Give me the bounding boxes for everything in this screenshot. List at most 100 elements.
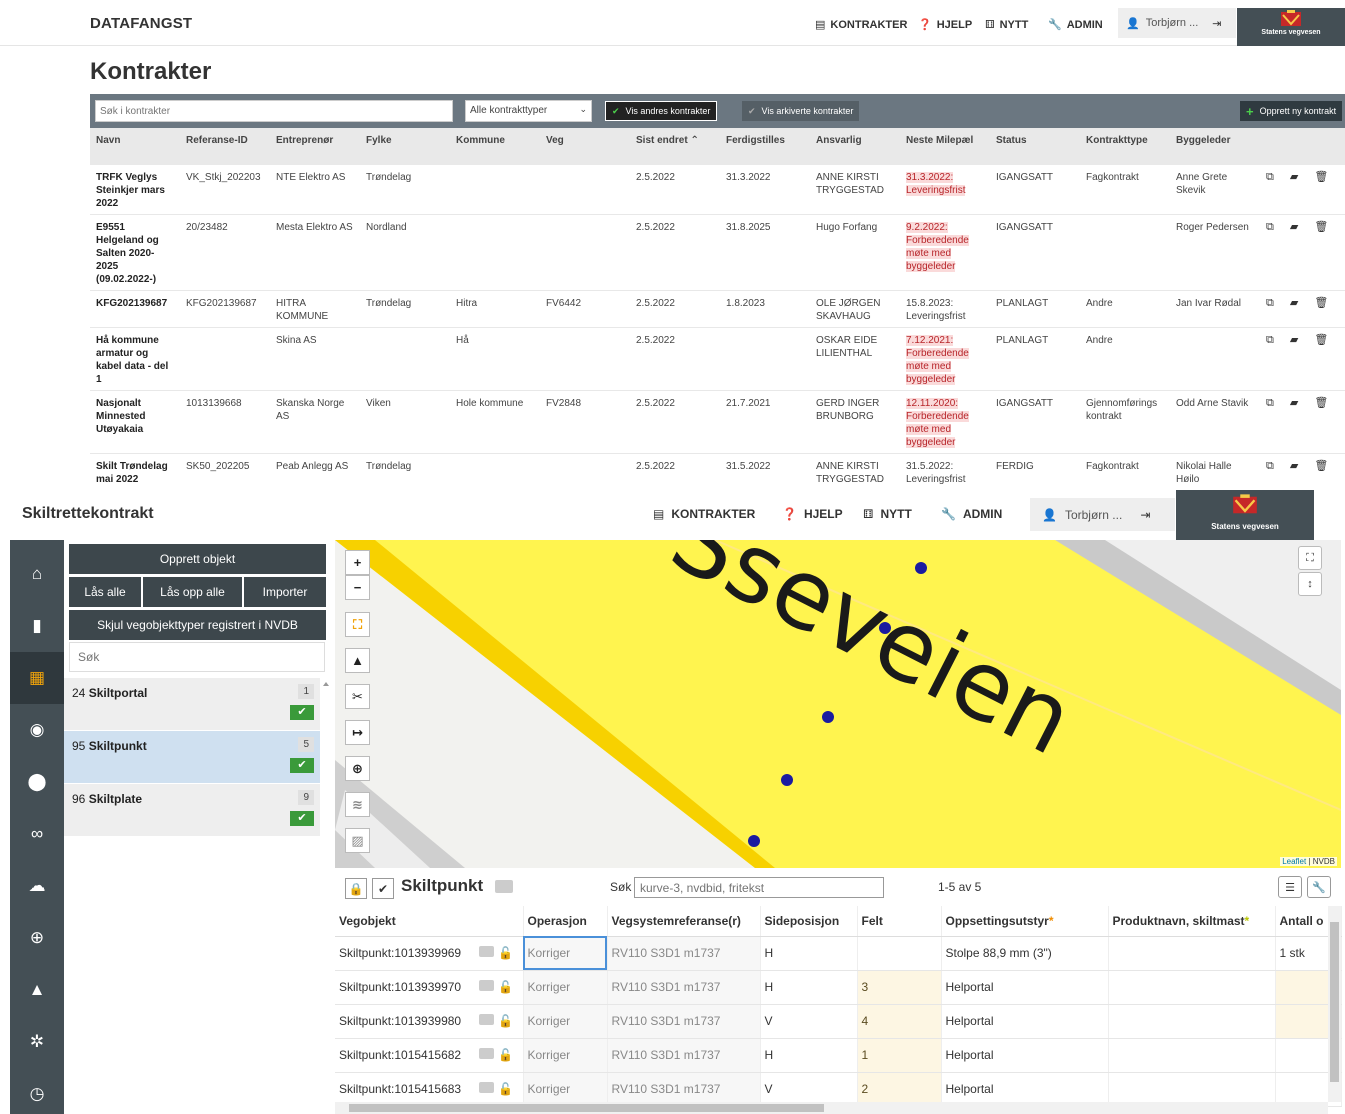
contract-row[interactable]: KFG202139687 KFG202139687 HITRA KOMMUNE Trø…: [90, 290, 1345, 328]
cell-sideposisjon[interactable]: V: [760, 1072, 858, 1107]
map-marker[interactable]: [748, 835, 760, 847]
object-type-item-selected[interactable]: 95 Skiltpunkt 5 ✔: [64, 731, 320, 783]
contract-cell-navn[interactable]: TRFK Veglys Steinkjer mars 2022: [90, 165, 180, 215]
folder-open-icon[interactable]: ▰: [1290, 171, 1298, 184]
contract-cell-navn[interactable]: Nasjonalt Minnested Utøyakaia: [90, 390, 180, 454]
unlock-all-button[interactable]: Lås opp alle: [143, 577, 242, 607]
grid-search-input[interactable]: [634, 877, 884, 898]
copy-icon[interactable]: ⧉: [1266, 397, 1274, 410]
cell-produktnavn[interactable]: [1108, 1038, 1276, 1073]
map-marker[interactable]: [879, 622, 891, 634]
fullscreen-icon[interactable]: ⛶: [1298, 546, 1322, 570]
import-button[interactable]: Importer: [244, 577, 326, 607]
cell-vegobjekt[interactable]: Skiltpunkt:1013939970 🔓: [335, 970, 524, 1005]
cell-sideposisjon[interactable]: H: [760, 970, 858, 1005]
col-header[interactable]: Ferdigstilles: [720, 128, 810, 165]
road-icon[interactable]: ▲: [345, 648, 370, 673]
col-header[interactable]: Kommune: [450, 128, 540, 165]
unlock-icon[interactable]: 🔓: [498, 946, 513, 960]
cell-oppsettingsutstyr[interactable]: Helportal: [941, 1072, 1109, 1107]
col-header[interactable]: Referanse-ID: [180, 128, 270, 165]
col-header[interactable]: Neste Milepæl: [900, 128, 990, 165]
comment-icon[interactable]: [479, 1048, 495, 1060]
cell-produktnavn[interactable]: [1108, 1072, 1276, 1107]
download-icon[interactable]: ⊕: [10, 912, 64, 964]
copy-icon[interactable]: ⧉: [1266, 221, 1274, 234]
map-view[interactable]: Sseveien + − ⛶ ▲ ✂ ↦ ⊕ ≋ ▨ ⛶ ↕ Leaflet |…: [335, 540, 1341, 868]
cloud-icon[interactable]: ☁: [10, 860, 64, 912]
cell-produktnavn[interactable]: [1108, 1004, 1276, 1039]
col-header[interactable]: Entreprenør: [270, 128, 360, 165]
contract-row[interactable]: Hå kommune armatur og kabel data - del 1…: [90, 327, 1345, 391]
grid-horizontal-scrollbar[interactable]: [335, 1102, 1328, 1114]
cell-felt[interactable]: [857, 936, 942, 971]
folder-open-icon[interactable]: ▰: [1290, 334, 1298, 347]
contract-cell-navn[interactable]: Skilt Trøndelag mai 2022: [90, 453, 180, 490]
col-header[interactable]: Operasjon: [523, 906, 608, 937]
scroll-up-arrow-icon[interactable]: [322, 680, 330, 835]
cell-operasjon[interactable]: Korriger: [523, 1072, 608, 1107]
col-header[interactable]: Sideposisjon: [760, 906, 858, 937]
col-header[interactable]: Vegobjekt: [335, 906, 524, 937]
object-type-item[interactable]: 96 Skiltplate 9 ✔: [64, 784, 320, 836]
folder-open-icon[interactable]: ▰: [1290, 460, 1298, 473]
comment-icon[interactable]: [479, 1014, 495, 1026]
copy-icon[interactable]: ⧉: [1266, 171, 1274, 184]
map-marker-icon[interactable]: ⬤: [10, 756, 64, 808]
check-icon[interactable]: ✔: [372, 878, 394, 899]
map-marker[interactable]: [822, 711, 834, 723]
col-header[interactable]: Felt: [857, 906, 942, 937]
list-view-icon[interactable]: ☰: [1278, 876, 1302, 898]
cell-oppsettingsutstyr[interactable]: Helportal: [941, 970, 1109, 1005]
trash-icon[interactable]: 🗑: [1314, 460, 1328, 473]
nav-kontrakter[interactable]: ▤ KONTRAKTER: [815, 18, 907, 32]
nav-admin[interactable]: 🔧 ADMIN: [941, 507, 1002, 521]
skiltpunkt-row[interactable]: Skiltpunkt:1013939969 🔓 Korriger RV110 S3D1…: [335, 936, 1342, 971]
col-header[interactable]: Produktnavn, skiltmast*: [1108, 906, 1276, 937]
col-header[interactable]: Oppsettingsutstyr*: [941, 906, 1109, 937]
basemap-icon[interactable]: ▨: [345, 828, 370, 853]
cell-operasjon[interactable]: Korriger: [523, 1038, 608, 1073]
scroll-thumb[interactable]: [349, 1104, 824, 1112]
cell-produktnavn[interactable]: [1108, 936, 1276, 971]
leaflet-link[interactable]: Leaflet: [1282, 857, 1306, 866]
cell-sideposisjon[interactable]: V: [760, 1004, 858, 1039]
contract-search-input[interactable]: [95, 100, 453, 122]
copy-icon[interactable]: ⧉: [1266, 460, 1274, 473]
layers-icon[interactable]: ≋: [345, 792, 370, 817]
contract-row[interactable]: Skilt Trøndelag mai 2022 SK50_202205 Peab …: [90, 453, 1345, 490]
skiltpunkt-row[interactable]: Skiltpunkt:1015415682 🔓 Korriger RV110 S3D1…: [335, 1038, 1342, 1073]
cell-felt[interactable]: 4: [857, 1004, 942, 1039]
scroll-thumb[interactable]: [1330, 922, 1339, 1082]
col-header[interactable]: Ansvarlig: [810, 128, 900, 165]
contract-row[interactable]: E9551 Helgeland og Salten 2020-2025 (09.…: [90, 214, 1345, 291]
cell-vegobjekt[interactable]: Skiltpunkt:1013939980 🔓: [335, 1004, 524, 1039]
col-header[interactable]: Vegsystemreferanse(r): [607, 906, 761, 937]
history-icon[interactable]: ◷: [10, 1068, 64, 1114]
cell-oppsettingsutstyr[interactable]: Helportal: [941, 1038, 1109, 1073]
gear-icon[interactable]: ✲: [10, 1016, 64, 1068]
cell-oppsettingsutstyr[interactable]: Stolpe 88,9 mm (3"): [941, 936, 1109, 971]
cell-vegobjekt[interactable]: Skiltpunkt:1015415683 🔓: [335, 1072, 524, 1107]
col-header[interactable]: Kontrakttype: [1080, 128, 1170, 165]
contract-cell-navn[interactable]: E9551 Helgeland og Salten 2020-2025 (09.…: [90, 214, 180, 291]
app-brand[interactable]: DATAFANGST: [90, 15, 192, 32]
nav-hjelp[interactable]: ❓ HJELP: [918, 18, 972, 32]
unlock-icon[interactable]: 🔓: [498, 1048, 513, 1062]
object-type-search-input[interactable]: [69, 642, 325, 672]
grid-vertical-scrollbar[interactable]: [1328, 906, 1341, 1102]
col-header-sorted[interactable]: Sist endret ⌃: [630, 128, 720, 165]
trash-icon[interactable]: 🗑: [1314, 221, 1328, 234]
unlock-icon[interactable]: 🔓: [498, 1082, 513, 1096]
trash-icon[interactable]: 🗑: [1314, 297, 1328, 310]
nav-admin[interactable]: 🔧 ADMIN: [1048, 18, 1103, 32]
cell-operasjon[interactable]: Korriger: [523, 970, 608, 1005]
lock-all-button[interactable]: Lås alle: [69, 577, 141, 607]
col-header[interactable]: Navn: [90, 128, 180, 165]
create-contract-button[interactable]: + Opprett ny kontrakt: [1240, 101, 1343, 121]
copy-icon[interactable]: ⧉: [1266, 334, 1274, 347]
cell-felt[interactable]: 3: [857, 970, 942, 1005]
expand-vertical-icon[interactable]: ↕: [1298, 572, 1322, 596]
skiltpunkt-row[interactable]: Skiltpunkt:1015415683 🔓 Korriger RV110 S3D1…: [335, 1072, 1342, 1107]
col-header[interactable]: Veg: [540, 128, 630, 165]
